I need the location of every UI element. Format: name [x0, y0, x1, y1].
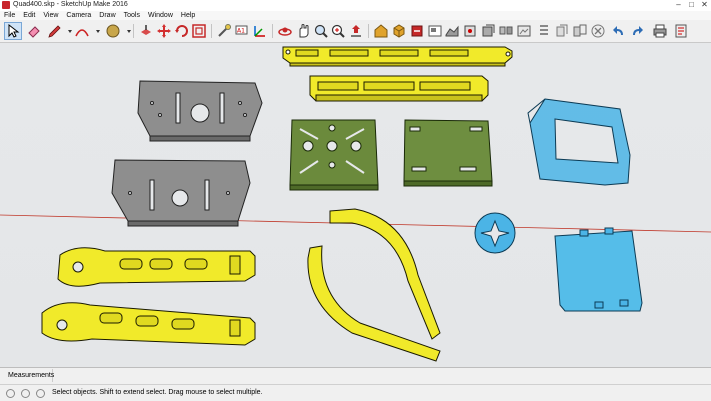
- print-icon[interactable]: [652, 23, 668, 39]
- paint-bucket-icon[interactable]: [105, 23, 121, 39]
- offset-icon[interactable]: [191, 23, 207, 39]
- measurements-label: Measurements: [8, 372, 55, 379]
- move-icon[interactable]: [156, 23, 172, 39]
- shadows-icon[interactable]: [480, 23, 496, 39]
- section-plane-icon[interactable]: [462, 23, 478, 39]
- tape-measure-icon[interactable]: [216, 23, 232, 39]
- warehouse-icon[interactable]: [373, 23, 389, 39]
- yellow-motor-arm-top: [57, 247, 256, 287]
- zoom-icon[interactable]: [313, 23, 329, 39]
- menu-camera[interactable]: Camera: [62, 11, 95, 20]
- pan-icon[interactable]: [295, 23, 311, 39]
- yellow-motor-arm-bottom: [41, 302, 256, 346]
- maximize-button[interactable]: □: [685, 0, 698, 11]
- sandbox-icon[interactable]: [444, 23, 460, 39]
- model-scene: [0, 46, 711, 362]
- close-button[interactable]: ✕: [698, 0, 711, 11]
- soften-edges-icon[interactable]: [554, 23, 570, 39]
- menu-draw[interactable]: Draw: [95, 11, 119, 20]
- arc-dropdown-icon[interactable]: [90, 23, 100, 39]
- menu-bar: File Edit View Camera Draw Tools Window …: [0, 11, 711, 20]
- menu-file[interactable]: File: [0, 11, 19, 20]
- yellow-side-rail-bottom: [309, 75, 489, 102]
- arc-icon[interactable]: [74, 23, 90, 39]
- model-info-icon[interactable]: [673, 23, 689, 39]
- green-center-plate: [289, 119, 379, 191]
- fog-icon[interactable]: [498, 23, 514, 39]
- gray-bottom-plate: [111, 159, 251, 227]
- text-icon[interactable]: A1: [234, 23, 250, 39]
- orbit-icon[interactable]: [277, 23, 293, 39]
- svg-text:A1: A1: [237, 28, 245, 35]
- main-toolbar: A1: [0, 20, 711, 43]
- paint-dropdown-icon[interactable]: [121, 23, 131, 39]
- yellow-side-rail-top: [282, 46, 513, 67]
- push-pull-icon[interactable]: [138, 23, 154, 39]
- extensions-icon[interactable]: [409, 23, 425, 39]
- select-icon[interactable]: [4, 22, 22, 40]
- eraser-icon[interactable]: [26, 23, 42, 39]
- blue-battery-cage: [527, 98, 631, 186]
- menu-tools[interactable]: Tools: [120, 11, 144, 20]
- axes-icon[interactable]: [252, 23, 268, 39]
- zoom-extents-icon[interactable]: [330, 23, 346, 39]
- window-controls: – □ ✕: [672, 0, 711, 11]
- sketchup-app-icon: [2, 1, 10, 9]
- components-icon[interactable]: [391, 23, 407, 39]
- redo-icon[interactable]: [629, 23, 645, 39]
- previous-view-icon[interactable]: [348, 23, 364, 39]
- undo-icon[interactable]: [611, 23, 627, 39]
- pencil-icon[interactable]: [47, 23, 63, 39]
- menu-help[interactable]: Help: [177, 11, 199, 20]
- status-bar: Select objects. Shift to extend select. …: [0, 384, 711, 401]
- credits-icon[interactable]: [21, 389, 30, 398]
- entity-info-icon[interactable]: [590, 23, 606, 39]
- help-icon[interactable]: [36, 389, 45, 398]
- styles-icon[interactable]: [572, 23, 588, 39]
- menu-view[interactable]: View: [39, 11, 62, 20]
- status-message: Select objects. Shift to extend select. …: [52, 389, 263, 396]
- menu-window[interactable]: Window: [144, 11, 177, 20]
- rotate-icon[interactable]: [174, 23, 190, 39]
- blue-battery-lid: [554, 227, 643, 312]
- drawing-area[interactable]: [0, 43, 711, 367]
- green-side-plate: [403, 119, 493, 187]
- match-photo-icon[interactable]: [516, 23, 532, 39]
- minimize-button[interactable]: –: [672, 0, 685, 11]
- pencil-dropdown-icon[interactable]: [62, 23, 72, 39]
- layout-icon[interactable]: [427, 23, 443, 39]
- blue-prop-adapter: [474, 212, 516, 254]
- outliner-icon[interactable]: [536, 23, 552, 39]
- measurements-bar: Measurements: [0, 367, 711, 384]
- geo-location-icon[interactable]: [6, 389, 15, 398]
- menu-edit[interactable]: Edit: [19, 11, 39, 20]
- window-title: Quad400.skp - SketchUp Make 2016: [13, 1, 128, 8]
- gray-top-plate: [137, 80, 263, 142]
